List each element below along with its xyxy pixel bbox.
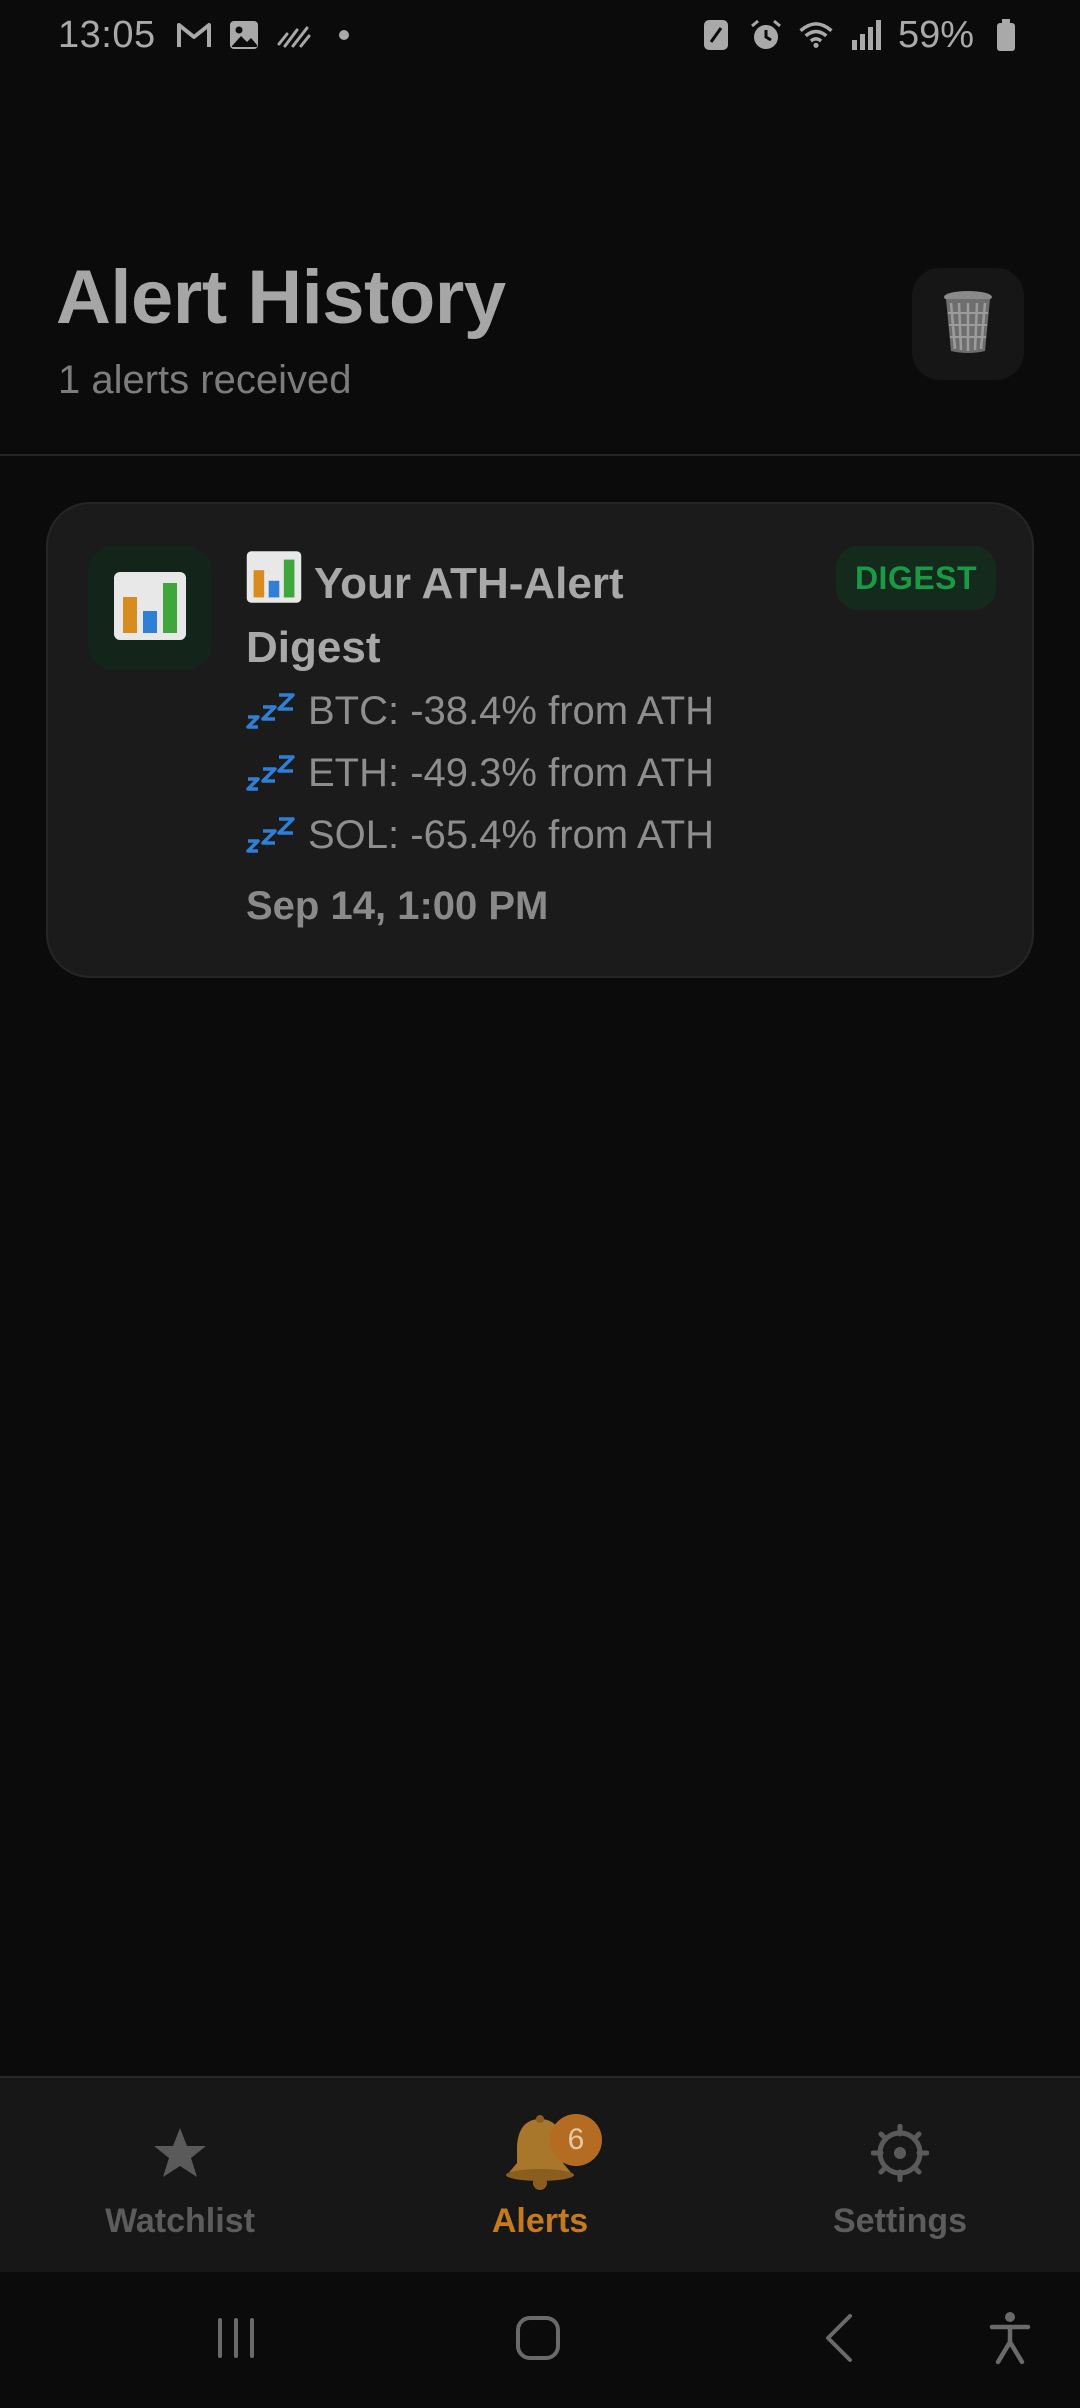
activity-icon [276,17,312,53]
battery-percent: 59% [897,13,974,56]
zzz-icon [246,691,296,731]
bar-chart-icon [113,571,187,646]
alerts-count-badge: 6 [550,2114,602,2166]
tab-settings[interactable]: Settings [720,2078,1080,2274]
alert-title-text: Your ATH-Alert Digest [246,559,624,672]
back-icon [820,2312,860,2369]
nfc-icon [698,17,734,53]
alert-lines: BTC: -38.4% from ATH ETH: -49.3% from AT… [246,680,946,866]
alert-type-icon-box [88,546,212,670]
bell-icon [360,2110,720,2196]
recent-apps-button[interactable] [196,2300,276,2380]
trash-icon [939,289,997,360]
alerts-count: 1 alerts received [58,358,352,402]
alarm-icon [748,17,784,53]
status-left: 13:05 [58,14,362,57]
alert-line-text: SOL: -65.4% from ATH [308,812,715,857]
digest-badge: DIGEST [836,546,996,610]
tab-watchlist-label: Watchlist [105,2202,255,2240]
alert-line-sol: SOL: -65.4% from ATH [246,804,946,866]
gear-icon [720,2110,1080,2196]
star-icon [0,2110,360,2196]
tab-settings-label: Settings [832,2202,968,2240]
alert-timestamp: Sep 14, 1:00 PM [246,884,549,928]
accessibility-icon [988,2310,1032,2371]
tab-alerts[interactable]: 6 Alerts [360,2078,720,2274]
zzz-icon [246,753,296,793]
home-button[interactable] [498,2300,578,2380]
clear-history-button[interactable] [912,268,1024,380]
system-nav-bar [0,2272,1080,2408]
header: Alert History 1 alerts received [0,240,1080,456]
signal-icon [848,17,884,53]
status-right: 59% [698,14,1024,57]
zzz-icon [246,815,296,855]
alert-line-text: BTC: -38.4% from ATH [308,688,715,733]
alert-line-btc: BTC: -38.4% from ATH [246,680,946,742]
tab-watchlist[interactable]: Watchlist [0,2078,360,2274]
header-divider [0,454,1080,456]
status-time: 13:05 [58,13,156,56]
dot-icon [326,17,362,53]
gallery-icon [226,17,262,53]
battery-icon [988,17,1024,53]
alert-line-text: ETH: -49.3% from ATH [308,750,715,795]
tab-alerts-label: Alerts [491,2202,589,2240]
bottom-nav: Watchlist 6 Alerts Settings [0,2076,1080,2272]
bar-chart-icon [246,550,302,619]
status-bar: 13:05 59% [0,0,1080,70]
home-icon [514,2314,562,2367]
gmail-icon [176,17,212,53]
accessibility-button[interactable] [970,2300,1050,2380]
alert-line-eth: ETH: -49.3% from ATH [246,742,946,804]
page-title: Alert History [56,255,506,340]
recent-apps-icon [212,2316,260,2365]
back-button[interactable] [800,2300,880,2380]
wifi-icon [798,17,834,53]
alert-title: Your ATH-Alert Digest [246,550,686,677]
alert-card[interactable]: Your ATH-Alert Digest DIGEST BTC: -38.4%… [46,502,1034,978]
